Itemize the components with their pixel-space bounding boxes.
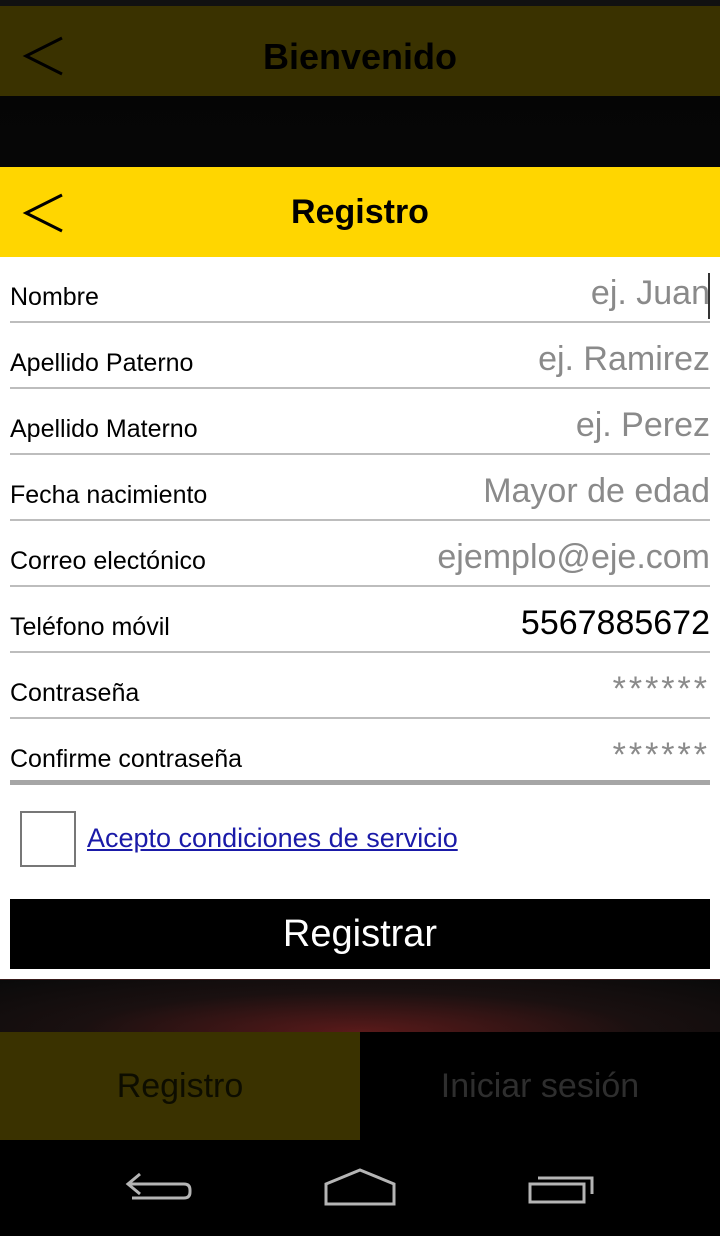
tab-iniciar-sesion[interactable]: Iniciar sesión	[360, 1032, 720, 1140]
field-label: Apellido Materno	[10, 415, 198, 443]
nombre-input[interactable]	[280, 271, 710, 315]
accept-terms-row: Acepto condiciones de servicio	[0, 785, 720, 885]
field-row-apellido-paterno: Apellido Paterno	[10, 323, 710, 389]
apellido-materno-input[interactable]	[280, 403, 710, 447]
tab-registro[interactable]: Registro	[0, 1032, 360, 1140]
background-title: Bienvenido	[262, 36, 458, 77]
registration-form: Nombre Apellido Paterno Apellido Materno…	[0, 257, 720, 785]
field-label: Teléfono móvil	[10, 613, 170, 641]
text-cursor	[708, 273, 710, 319]
field-row-contrasena: Contraseña	[10, 653, 710, 719]
field-row-apellido-materno: Apellido Materno	[10, 389, 710, 455]
field-label: Correo electónico	[10, 547, 206, 575]
accept-terms-checkbox[interactable]	[20, 811, 76, 867]
phone-input[interactable]	[280, 601, 710, 645]
system-nav-bar	[0, 1140, 720, 1236]
field-label: Fecha nacimiento	[10, 481, 208, 509]
accept-terms-link[interactable]: Acepto condiciones de servicio	[87, 823, 458, 854]
dialog-title: Registro	[291, 193, 429, 231]
field-row-telefono: Teléfono móvil	[10, 587, 710, 653]
field-label: Contraseña	[10, 679, 140, 707]
field-label: Apellido Paterno	[10, 349, 194, 377]
field-row-confirme-contrasena: Confirme contraseña	[10, 719, 710, 785]
recents-icon[interactable]	[520, 1164, 600, 1212]
fecha-nacimiento-input[interactable]	[280, 469, 710, 513]
background-image-glow	[0, 980, 720, 1032]
email-input[interactable]	[280, 535, 710, 579]
password-input[interactable]	[280, 667, 710, 711]
registrar-button[interactable]: Registrar	[10, 899, 710, 969]
field-label: Nombre	[10, 283, 99, 311]
background-top-bar: Bienvenido	[0, 0, 720, 96]
home-icon[interactable]	[320, 1164, 400, 1212]
field-row-nombre: Nombre	[10, 257, 710, 323]
confirm-password-input[interactable]	[280, 733, 710, 777]
field-row-correo: Correo electónico	[10, 521, 710, 587]
dialog-header: Registro	[0, 167, 720, 257]
registration-dialog: Registro Nombre Apellido Paterno Apellid…	[0, 167, 720, 979]
apellido-paterno-input[interactable]	[280, 337, 710, 381]
field-label: Confirme contraseña	[10, 745, 243, 773]
field-row-fecha-nacimiento: Fecha nacimiento	[10, 455, 710, 521]
background-tab-bar: Registro Iniciar sesión	[0, 1032, 720, 1140]
back-arrow-icon[interactable]	[120, 1164, 200, 1212]
